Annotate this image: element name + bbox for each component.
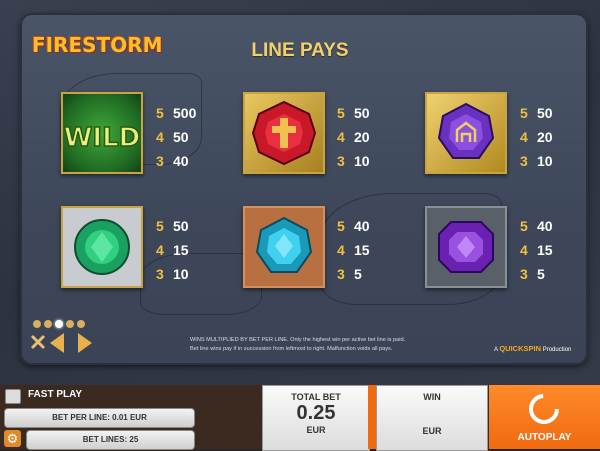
rules-line: WINS MULTIPLIED BY BET PER LINE. Only th… bbox=[190, 337, 406, 343]
purple-gem-symbol bbox=[425, 92, 507, 174]
purple-gem-icon bbox=[437, 102, 495, 159]
red-gem-icon bbox=[251, 100, 317, 166]
total-bet-value: 0.25 bbox=[296, 402, 336, 424]
brand-prefix: A bbox=[494, 347, 498, 353]
brand-suffix: Production bbox=[542, 347, 572, 353]
spin-button[interactable]: AUTOPLAY bbox=[489, 385, 600, 449]
green-gem-icon bbox=[74, 219, 130, 275]
pays-red-gem: 5 50 4 20 3 10 bbox=[337, 105, 370, 169]
total-bet-currency: EUR bbox=[306, 425, 326, 435]
win-currency: EUR bbox=[422, 426, 442, 436]
cyan-gem-icon bbox=[255, 216, 313, 273]
page-indicator bbox=[33, 315, 88, 333]
arrow-left-icon[interactable] bbox=[50, 333, 64, 353]
bet-adjust-tab[interactable] bbox=[368, 385, 376, 449]
autoplay-label[interactable]: AUTOPLAY bbox=[489, 432, 600, 443]
page-dot[interactable] bbox=[33, 320, 41, 328]
arrow-right-icon[interactable] bbox=[78, 333, 92, 353]
page-dot[interactable] bbox=[77, 320, 85, 328]
wild-icon: WILD bbox=[63, 122, 141, 154]
violet-gem-symbol bbox=[425, 206, 507, 288]
cyan-gem-symbol bbox=[243, 206, 325, 288]
rules-text: WINS MULTIPLIED BY BET PER LINE. Only th… bbox=[190, 336, 510, 354]
pays-wild: 5 500 4 50 3 40 bbox=[156, 105, 197, 169]
bet-lines-button[interactable]: BET LINES: 25 bbox=[26, 430, 195, 450]
paytable-controls bbox=[30, 333, 92, 353]
win-label: WIN bbox=[423, 392, 441, 402]
brand-name: QUICKSPIN bbox=[499, 344, 542, 353]
wild-label: WILD bbox=[64, 123, 141, 153]
paytable-panel bbox=[20, 13, 588, 365]
spin-icon bbox=[529, 394, 559, 424]
green-gem-symbol bbox=[61, 206, 143, 288]
page-dot[interactable] bbox=[66, 320, 74, 328]
page-dot-active[interactable] bbox=[55, 320, 63, 328]
red-gem-symbol bbox=[243, 92, 325, 174]
close-icon[interactable] bbox=[30, 334, 46, 350]
brand-credit: A QUICKSPIN Production bbox=[494, 344, 571, 353]
win-box: WIN EUR bbox=[376, 385, 488, 451]
pays-cyan-gem: 5 40 4 15 35 bbox=[337, 218, 370, 282]
page-dot[interactable] bbox=[44, 320, 52, 328]
violet-gem-icon bbox=[438, 221, 494, 273]
pays-violet-gem: 5 40 4 15 35 bbox=[520, 218, 553, 282]
page-title: LINE PAYS bbox=[251, 40, 349, 61]
pays-purple-gem: 5 50 4 20 3 10 bbox=[520, 105, 553, 169]
gear-icon[interactable]: ⚙ bbox=[4, 430, 21, 447]
bet-per-line-button[interactable]: BET PER LINE: 0.01 EUR bbox=[4, 408, 195, 428]
wild-symbol: WILD bbox=[61, 92, 143, 174]
fast-play-label: FAST PLAY bbox=[28, 389, 83, 400]
fast-play-checkbox[interactable] bbox=[5, 389, 21, 404]
total-bet-label: TOTAL BET bbox=[291, 392, 341, 402]
rules-line: Bet line wins pay if in succession from … bbox=[190, 346, 393, 352]
pays-green-gem: 5 50 4 15 3 10 bbox=[156, 218, 189, 282]
total-bet-box[interactable]: TOTAL BET 0.25 EUR bbox=[262, 385, 370, 451]
